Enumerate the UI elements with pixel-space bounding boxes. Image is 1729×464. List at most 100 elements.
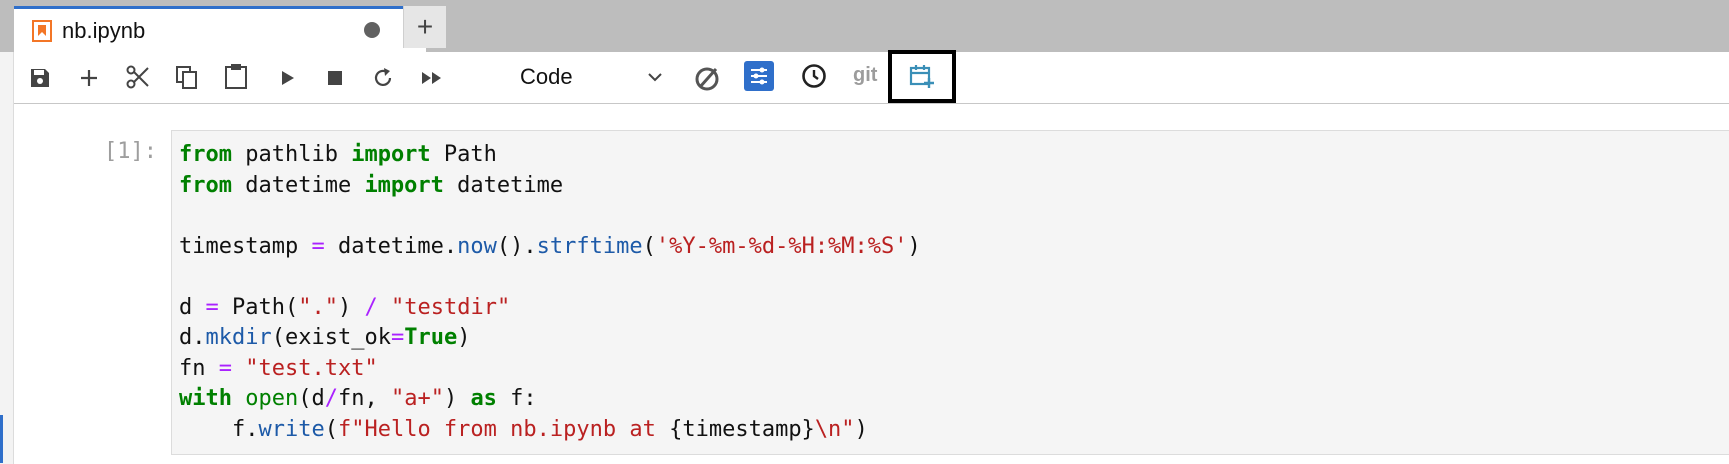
code-token: timestamp <box>179 233 312 259</box>
code-token: datetime <box>231 172 365 198</box>
code-token: f: <box>496 386 537 411</box>
code-token: datetime <box>443 172 564 198</box>
code-token: = <box>205 294 219 320</box>
interrupt-kernel-button[interactable] <box>321 64 349 92</box>
code-token: import <box>364 172 444 198</box>
code-token: d. <box>179 325 206 350</box>
paste-button[interactable] <box>221 60 251 92</box>
code-line: from pathlib import Path <box>179 140 921 171</box>
clipboard-icon <box>225 64 247 89</box>
code-token: ) <box>457 325 471 350</box>
notebook-icon <box>32 20 52 42</box>
clock-icon <box>802 64 826 88</box>
code-token: fn <box>179 355 219 381</box>
code-token: = <box>218 355 232 381</box>
code-token: f"Hello from nb.ipynb at <box>337 416 670 442</box>
copy-button[interactable] <box>172 62 202 92</box>
code-token: mkdir <box>205 325 272 350</box>
code-token: "." <box>298 294 338 320</box>
code-token: open <box>245 386 299 411</box>
code-line: from datetime import datetime <box>179 171 921 202</box>
code-line: timestamp = datetime.now().strftime('%Y-… <box>179 232 921 263</box>
code-token: "a+" <box>390 386 444 411</box>
unsaved-changes-indicator[interactable] <box>364 22 380 38</box>
code-token: pathlib <box>231 142 352 167</box>
code-token: now <box>457 233 497 259</box>
code-line: with open(d/fn, "a+") as f: <box>179 384 921 415</box>
history-button[interactable] <box>799 61 829 91</box>
code-token: (). <box>496 233 537 259</box>
fast-forward-icon <box>422 72 441 84</box>
cut-button[interactable] <box>123 62 153 92</box>
kernel-status-button[interactable] <box>690 61 724 95</box>
property-inspector-button[interactable] <box>744 61 774 91</box>
highlight-box <box>888 50 956 103</box>
restart-kernel-button[interactable] <box>369 64 397 92</box>
code-token: \n" <box>814 416 855 442</box>
tab-title: nb.ipynb <box>62 18 146 43</box>
insert-cell-button[interactable] <box>75 64 103 92</box>
code-token: / <box>364 294 378 320</box>
code-token: (d <box>298 386 325 411</box>
code-token: strftime <box>536 233 643 259</box>
code-token: write <box>258 416 325 442</box>
tab-bar: nb.ipynb + <box>0 0 1729 52</box>
scissors-icon <box>126 65 149 89</box>
code-token: ) <box>443 386 471 411</box>
cell-prompt: [1]: <box>104 139 157 164</box>
sliders-icon <box>751 67 767 85</box>
code-token: '%Y-%m-%d-%H:%M:%S' <box>655 233 908 259</box>
git-button[interactable]: git <box>853 64 877 87</box>
refresh-icon <box>374 68 392 87</box>
code-token: ( <box>642 233 656 259</box>
code-token: Path <box>430 142 497 167</box>
code-token: from <box>179 172 232 198</box>
new-tab-button[interactable]: + <box>403 6 446 48</box>
chevron-down-icon <box>648 73 662 82</box>
left-panel-edge <box>0 0 14 464</box>
code-token: as <box>470 386 497 411</box>
code-editor[interactable]: from pathlib import Path from datetime im… <box>179 140 921 445</box>
cell-type-value: Code <box>520 64 573 89</box>
code-token: f. <box>179 416 259 442</box>
left-panel-indicator <box>0 415 3 463</box>
code-token: / <box>324 386 338 411</box>
code-token: fn, <box>337 386 391 411</box>
plus-icon: + <box>416 11 434 42</box>
kernel-circle-icon <box>695 67 719 91</box>
code-token: ( <box>324 416 338 442</box>
save-icon <box>31 69 49 87</box>
play-icon <box>282 71 294 85</box>
code-token: ) <box>337 294 365 320</box>
code-token: = <box>311 233 325 259</box>
code-token: (exist_ok <box>271 325 391 350</box>
code-token: ) <box>854 416 868 442</box>
code-token: "test.txt" <box>245 355 378 381</box>
cell-type-dropdown[interactable]: Code <box>520 60 670 94</box>
plus-icon <box>81 70 97 86</box>
code-line: fn = "test.txt" <box>179 354 921 385</box>
code-token: "testdir" <box>390 294 511 320</box>
code-token: = <box>390 325 405 350</box>
code-token: True <box>404 325 458 350</box>
code-token: datetime. <box>324 233 458 259</box>
stop-icon <box>328 71 342 85</box>
save-button[interactable] <box>26 64 54 92</box>
restart-run-all-button[interactable] <box>417 64 447 92</box>
notebook-tab[interactable]: nb.ipynb <box>14 6 426 52</box>
code-token: from <box>179 142 232 167</box>
code-token: import <box>351 142 431 167</box>
code-line: d = Path(".") / "testdir" <box>179 293 921 324</box>
run-cell-button[interactable] <box>273 64 301 92</box>
code-line: f.write(f"Hello from nb.ipynb at {timest… <box>179 415 921 446</box>
code-line: d.mkdir(exist_ok=True) <box>179 323 921 354</box>
code-token: ) <box>907 233 921 259</box>
notebook-toolbar: Code git <box>14 52 1729 104</box>
copy-icon <box>176 66 197 89</box>
code-token: {timestamp} <box>669 416 815 442</box>
